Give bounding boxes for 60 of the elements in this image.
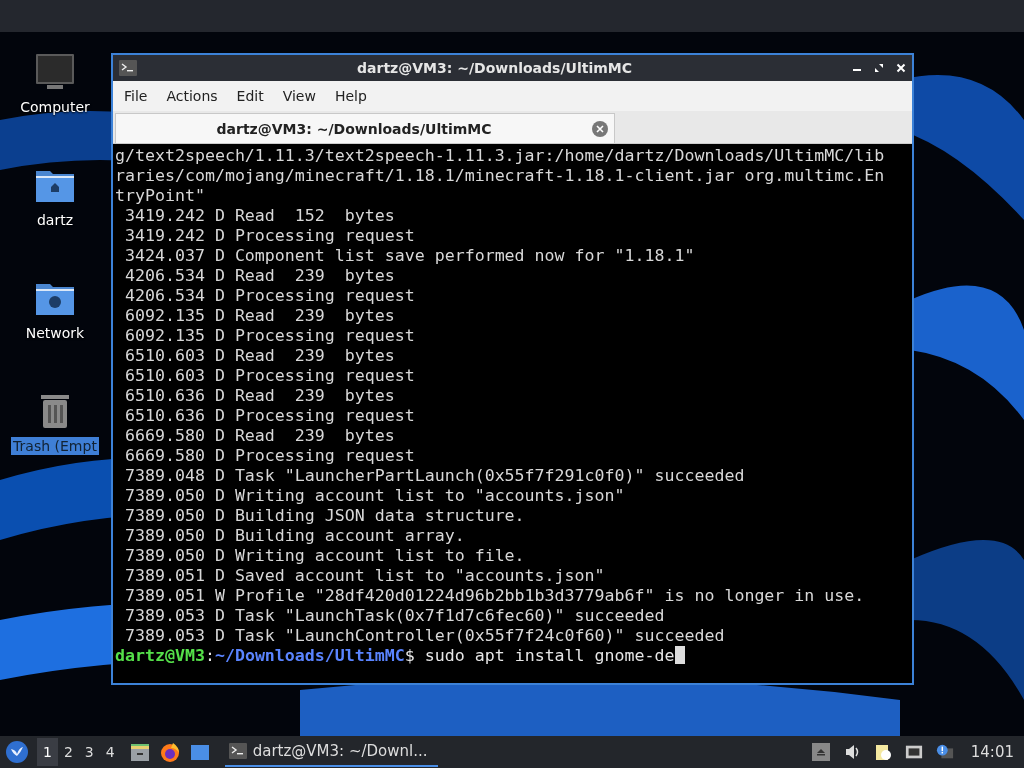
- menu-item[interactable]: View: [274, 86, 324, 106]
- output-line: 7389.048 D Task "LauncherPartLaunch(0x55f7f291c0f0)" succeeded: [124, 466, 746, 486]
- output-line: 7389.053 D Task "LaunchTask(0x7f1d7c6fec60)" succeeded: [124, 606, 666, 626]
- output-line: 3419.242 D Read 152 bytes: [124, 206, 396, 226]
- output-line: 7389.050 D Building JSON data structure.: [124, 506, 526, 526]
- output-line: 6510.636 D Read 239 bytes: [124, 386, 396, 406]
- ethernet-port-icon[interactable]: [904, 743, 923, 761]
- workspace-button[interactable]: 3: [78, 738, 100, 766]
- icon-label[interactable]: Trash (Empt: [11, 437, 99, 455]
- output-line: 3424.037 D Component list save performed now for "1.18.1": [124, 246, 696, 266]
- output-line: 4206.534 D Read 239 bytes: [124, 266, 396, 286]
- output-line: 7389.053 D Task "LaunchController(0x55f7f24c0f60)" succeeded: [124, 626, 726, 646]
- prompt-user: dartz@VM3: [115, 646, 205, 665]
- output-line: 7389.050 D Building account array.: [124, 526, 466, 546]
- output-line: raries/com/mojang/minecraft/1.18.1/minecraft-1.18.1-client.jar org.multimc.En: [115, 166, 886, 186]
- output-line: 6092.135 D Processing request: [124, 326, 416, 346]
- terminal-icon: [228, 743, 247, 759]
- icon-label[interactable]: Network: [23, 324, 87, 342]
- menu-item[interactable]: Help: [326, 86, 375, 106]
- output-line: 6669.580 D Processing request: [124, 446, 416, 466]
- command-text[interactable]: sudo apt install gnome-de: [424, 646, 675, 665]
- output-line: 7389.050 D Writing account list to "accounts.json": [124, 486, 626, 506]
- output-line: 3419.242 D Processing request: [124, 226, 416, 246]
- output-line: tryPoint": [115, 186, 206, 206]
- terminal-tab[interactable]: dartz@VM3: ~/Downloads/UltimMC: [115, 113, 615, 143]
- output-line: 6510.636 D Processing request: [124, 406, 416, 426]
- menu-item[interactable]: File: [116, 86, 156, 106]
- output-line: 7389.050 D Writing account list to file.: [124, 546, 526, 566]
- maximize-icon[interactable]: [874, 63, 884, 73]
- menu-item[interactable]: Actions: [158, 86, 226, 106]
- workspace-button[interactable]: 1: [37, 738, 58, 766]
- clock[interactable]: 14:01: [970, 743, 1014, 761]
- output-line: 6510.603 D Read 239 bytes: [124, 346, 396, 366]
- menu-item[interactable]: Edit: [228, 86, 272, 106]
- output-line: 4206.534 D Processing request: [124, 286, 416, 306]
- output-line: 6510.603 D Processing request: [124, 366, 416, 386]
- workspace-button[interactable]: 4: [99, 738, 121, 766]
- monitor-icon[interactable]: [35, 52, 75, 92]
- output-line: 6092.135 D Read 239 bytes: [124, 306, 396, 326]
- prompt-path: ~/Downloads/UltimMC: [214, 646, 405, 665]
- output-line: g/text2speech/1.11.3/text2speech-1.11.3.jar:/home/dartz/Downloads/UltimMC/lib: [115, 146, 886, 166]
- output-line: 6669.580 D Read 239 bytes: [124, 426, 396, 446]
- clipboard-icon[interactable]: [873, 743, 892, 761]
- file-cabinet-icon[interactable]: [128, 741, 151, 763]
- fox-globe-icon[interactable]: [158, 741, 181, 763]
- text-cursor: [674, 646, 685, 664]
- workspace-button[interactable]: 2: [57, 738, 79, 766]
- taskbar-window-button[interactable]: dartz@VM3: ~/Downl...: [224, 737, 438, 767]
- prompt-symbol: $: [404, 646, 415, 665]
- eject-icon[interactable]: [811, 743, 830, 761]
- terminal-icon: [119, 60, 137, 76]
- output-line: 7389.051 W Profile "28df420d01224d96b2bb1b3d3779ab6f" is no longer in use.: [124, 586, 866, 606]
- close-tab-icon[interactable]: [592, 120, 608, 137]
- icon-label[interactable]: dartz: [34, 211, 76, 229]
- window-title: dartz@VM3: ~/Downloads/UltimMC: [356, 60, 633, 76]
- prompt-separator: :: [204, 646, 215, 665]
- close-icon[interactable]: [896, 63, 906, 73]
- alert-icon[interactable]: [935, 743, 954, 761]
- icon-label[interactable]: Computer: [18, 98, 92, 116]
- output-line: 7389.051 D Saved account list to "accounts.json": [124, 566, 606, 586]
